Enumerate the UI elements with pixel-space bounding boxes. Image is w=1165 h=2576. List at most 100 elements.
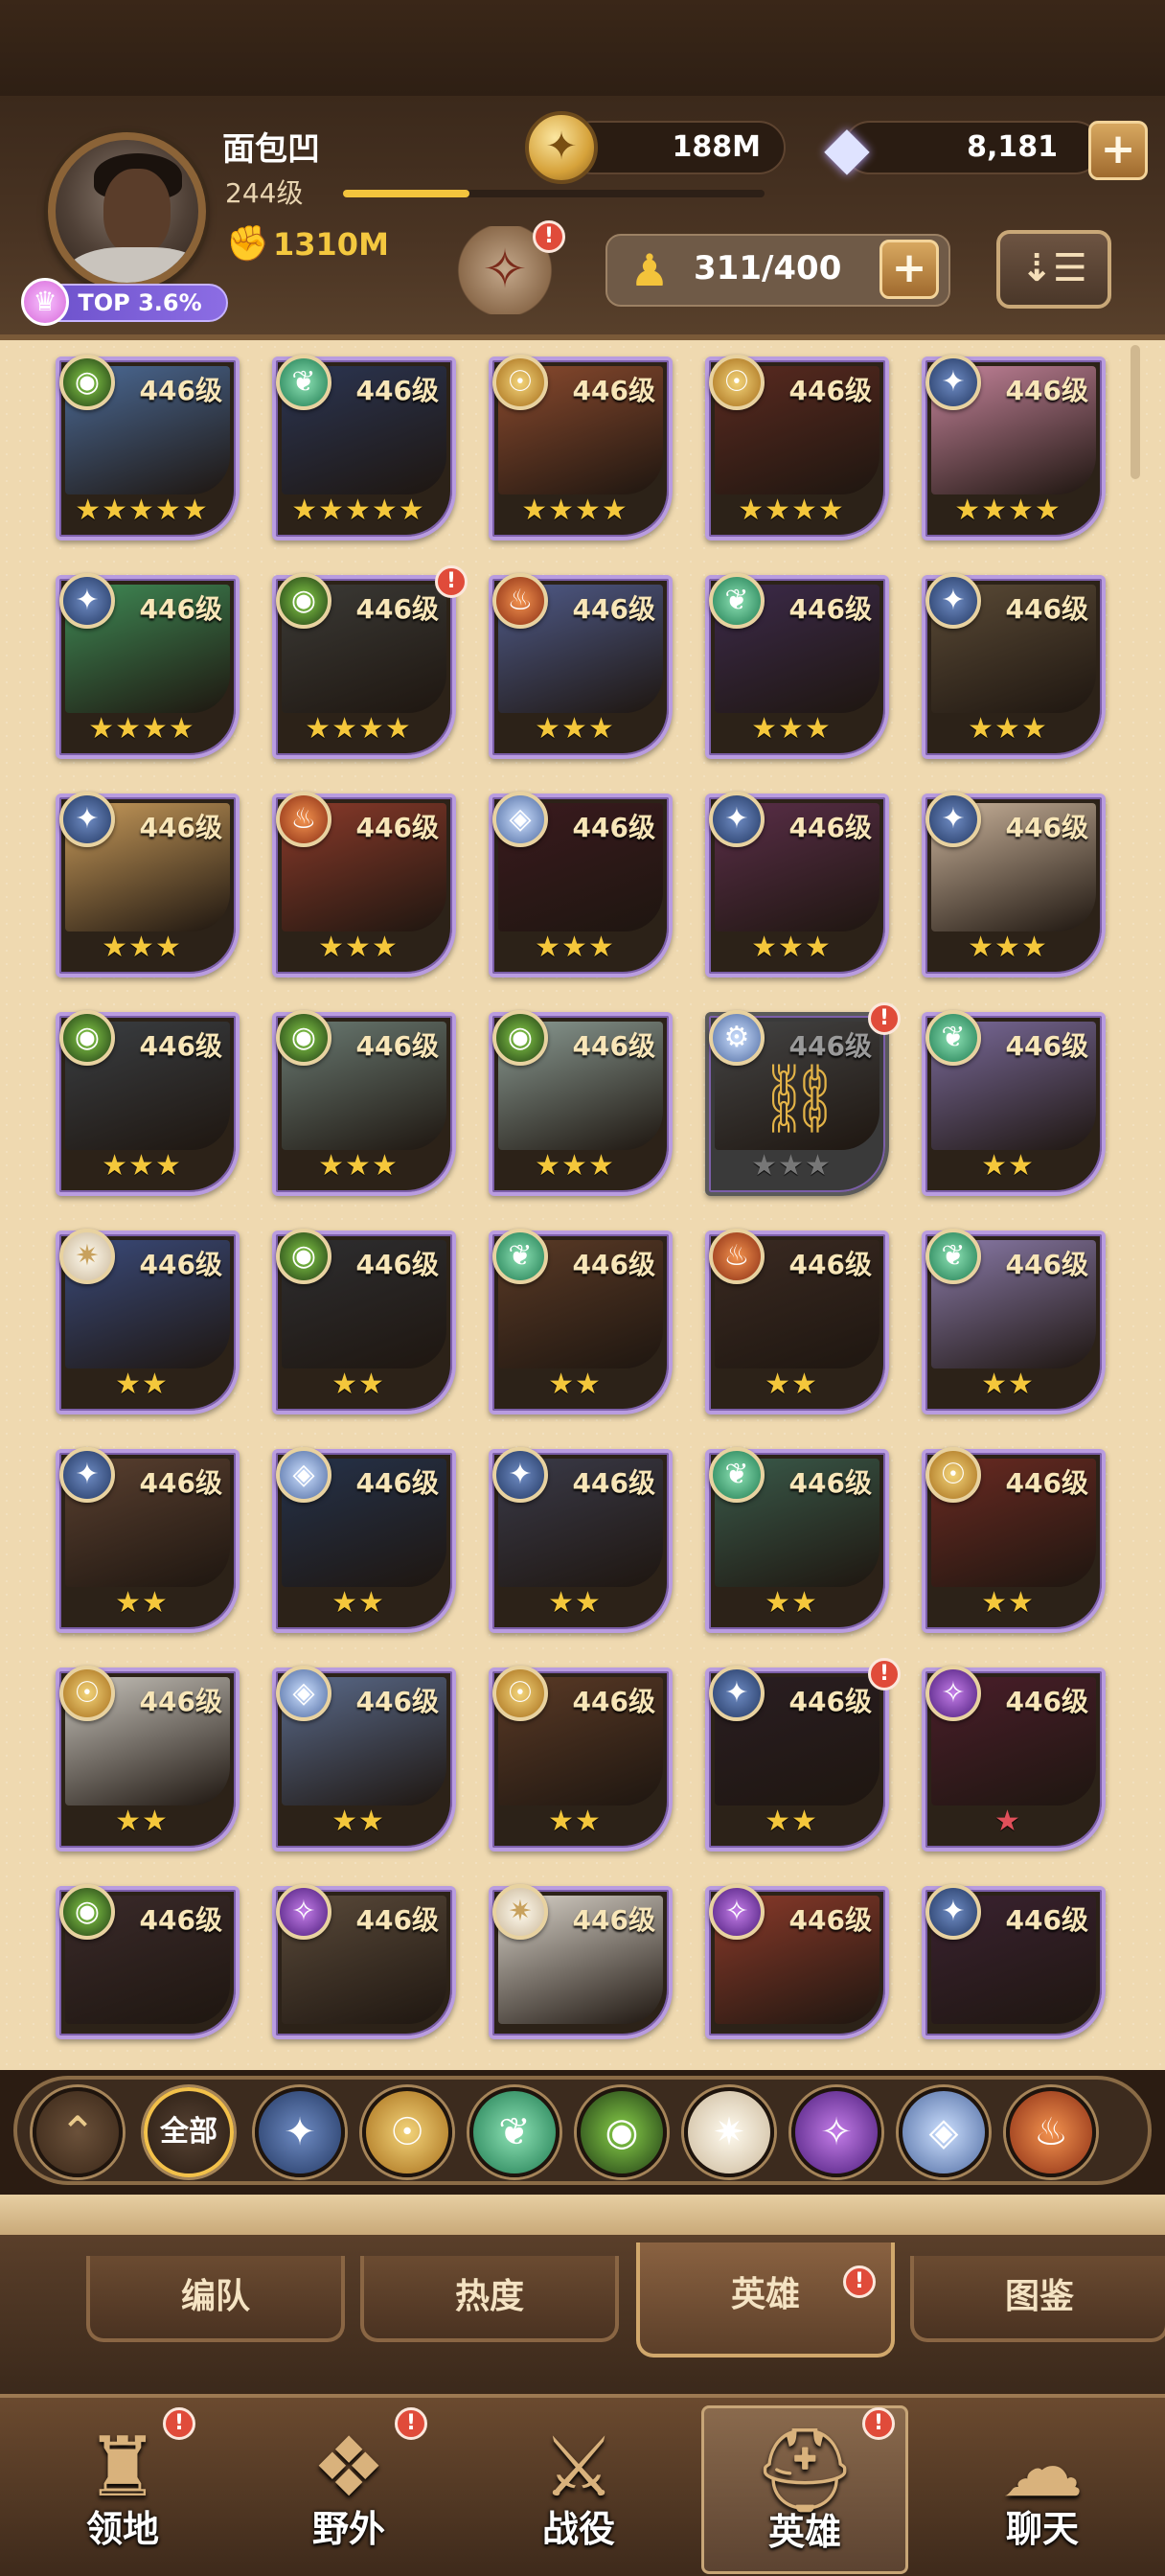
hero-level: 446级	[1005, 1030, 1088, 1062]
territory-notification-badge: !	[163, 2407, 195, 2440]
sort-button[interactable]: ⇣☰	[996, 230, 1111, 309]
xp-bar	[343, 190, 765, 197]
lock-icon: ⚙	[709, 1010, 765, 1066]
gold-icon: ☉	[925, 1447, 981, 1503]
hero-stars: ★★	[331, 1805, 385, 1838]
void-icon: ✧	[709, 1884, 765, 1940]
tab-codex[interactable]: 图鉴	[910, 2256, 1165, 2342]
star-icon: ✦	[492, 1447, 548, 1503]
nav-label: 战役	[541, 2508, 615, 2550]
filter-fire-icon[interactable]: ♨	[1006, 2087, 1096, 2177]
star-icon: ✦	[925, 573, 981, 629]
hero-stars: ★★★★	[88, 712, 195, 746]
chain-lock-icon: ⛓	[757, 1059, 842, 1138]
hero-stars: ★★★	[318, 1149, 399, 1183]
hero-stars: ★★★★★	[291, 494, 425, 527]
hero-level: 446级	[788, 1686, 872, 1717]
hero-level: 446级	[572, 1030, 655, 1062]
filter-star-icon[interactable]: ✦	[255, 2087, 345, 2177]
hero-level: 446级	[788, 593, 872, 625]
hero-stars: ★★	[765, 1586, 818, 1620]
hero-stars: ★★	[548, 1805, 602, 1838]
star-icon: ✦	[925, 792, 981, 847]
fire-icon: ♨	[276, 792, 331, 847]
hero-level: 446级	[572, 1904, 655, 1936]
hero-level: 446级	[572, 1467, 655, 1499]
hero-level: 446级	[788, 1467, 872, 1499]
leaf-icon: ❦	[276, 355, 331, 410]
nav-campaign[interactable]: ⚔ 战役	[475, 2405, 682, 2574]
hero-level: 446级	[139, 812, 222, 843]
light-icon: ✷	[492, 1884, 548, 1940]
hero-stars: ★★★	[535, 931, 615, 964]
gold-coin-icon: ✦	[525, 111, 598, 184]
leaf-icon: ❦	[709, 1447, 765, 1503]
fire-icon: ♨	[492, 573, 548, 629]
expand-roster-button[interactable]: +	[879, 240, 939, 299]
hero-level: 446级	[572, 1686, 655, 1717]
filter-light-icon[interactable]: ✷	[684, 2087, 774, 2177]
star-icon: ✦	[925, 1884, 981, 1940]
hero-level: 446级	[355, 375, 439, 406]
star-icon: ✦	[709, 792, 765, 847]
hero-stars: ★★★	[968, 712, 1048, 746]
tab-formation[interactable]: 编队	[86, 2256, 345, 2342]
hero-level: 446级	[355, 1467, 439, 1499]
hero-level: 446级	[1005, 593, 1088, 625]
hero-stars: ★★★	[318, 931, 399, 964]
hero-level: 446级	[139, 1686, 222, 1717]
diamond-icon: ◆	[824, 112, 870, 182]
hero-stars: ★★	[981, 1586, 1035, 1620]
eye-icon: ◉	[276, 1229, 331, 1284]
hero-notification-badge: !	[435, 565, 468, 598]
eye-icon: ◉	[59, 1884, 115, 1940]
xp-bar-fill	[343, 190, 469, 197]
hero-level: 446级	[788, 1249, 872, 1280]
hero-stars: ★★	[331, 1586, 385, 1620]
hero-level: 446级	[572, 812, 655, 843]
hero-stars: ★★★	[751, 1149, 832, 1183]
eye-icon: ◉	[59, 1010, 115, 1066]
heroes-tab-notification-badge: !	[843, 2266, 876, 2298]
fist-power-icon: ✊	[226, 224, 269, 264]
filter-all-button[interactable]: 全部	[144, 2087, 234, 2177]
tab-popularity[interactable]: 热度	[360, 2256, 619, 2342]
eye-icon: ◉	[276, 1010, 331, 1066]
collapse-up-icon[interactable]: ⌃	[33, 2087, 123, 2177]
hero-level: 446级	[1005, 1686, 1088, 1717]
tab-heroes[interactable]: 英雄	[636, 2242, 895, 2358]
hero-level: 446级	[355, 1686, 439, 1717]
nav-chat[interactable]: ☁ 聊天	[939, 2405, 1146, 2574]
star-icon: ✦	[59, 792, 115, 847]
add-diamonds-button[interactable]: +	[1088, 121, 1148, 180]
hero-stars: ★★★	[751, 931, 832, 964]
hero-level: 446级	[139, 593, 222, 625]
shield-icon: ◈	[492, 792, 548, 847]
hero-notification-badge: !	[868, 1658, 901, 1690]
hero-stars: ★★★	[102, 931, 182, 964]
hero-stars: ★★★	[751, 712, 832, 746]
nav-territory[interactable]: ♜ 领地	[19, 2405, 226, 2574]
filter-void-icon[interactable]: ✧	[791, 2087, 881, 2177]
nav-label: 聊天	[1005, 2508, 1079, 2550]
player-name: 面包凹	[222, 130, 320, 169]
person-icon: ♟	[629, 244, 670, 296]
decorative-divider	[0, 2195, 1165, 2235]
hero-stars: ★★	[115, 1805, 169, 1838]
hero-level: 446级	[139, 1904, 222, 1936]
hero-level: 446级	[572, 375, 655, 406]
grid-scrollbar[interactable]	[1131, 345, 1140, 479]
filter-eye-icon[interactable]: ◉	[577, 2087, 667, 2177]
gold-icon: ☉	[709, 355, 765, 410]
filter-shield-icon[interactable]: ◈	[899, 2087, 989, 2177]
light-icon: ✷	[59, 1229, 115, 1284]
filter-gold-icon[interactable]: ☉	[362, 2087, 452, 2177]
star-icon: ✦	[709, 1666, 765, 1721]
hero-level: 446级	[572, 1249, 655, 1280]
leaf-icon: ❦	[709, 573, 765, 629]
filter-leaf-icon[interactable]: ❦	[469, 2087, 560, 2177]
hero-level: 446级	[1005, 1249, 1088, 1280]
leaf-icon: ❦	[925, 1229, 981, 1284]
leaf-icon: ❦	[925, 1010, 981, 1066]
player-avatar[interactable]	[48, 132, 206, 290]
